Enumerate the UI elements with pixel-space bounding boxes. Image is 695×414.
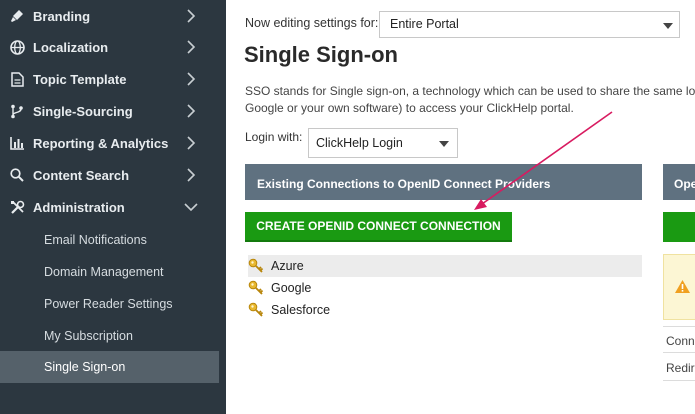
annotation-arrow — [474, 111, 613, 210]
